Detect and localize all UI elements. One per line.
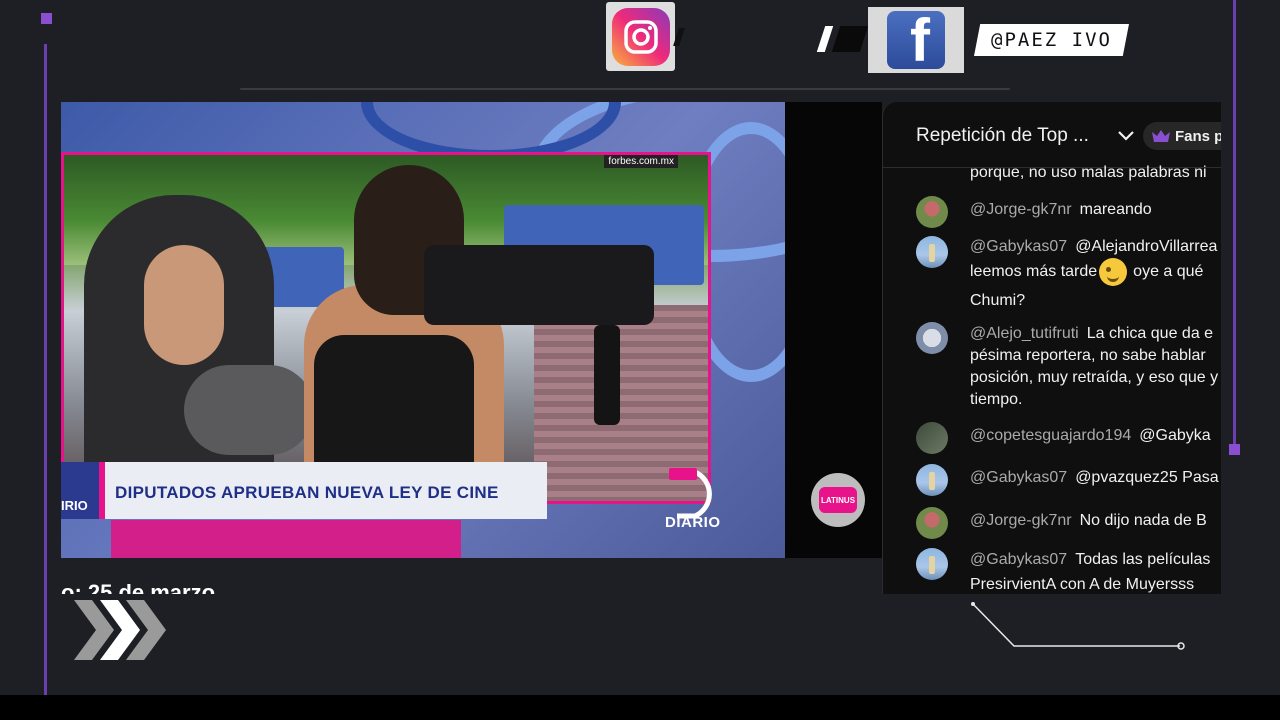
corner-square-top-left	[41, 13, 52, 24]
message-body: PresirvientA con A de Muyersss	[970, 576, 1195, 593]
message-body: Todas las películas	[1075, 551, 1211, 568]
connector-line	[971, 602, 1185, 650]
chat-message-text: PresirvientA con A de Muyersss	[970, 571, 1221, 594]
avatar[interactable]	[916, 507, 948, 539]
studio-floor	[111, 520, 461, 558]
message-body: @AlejandroVillarrea	[1075, 238, 1218, 255]
message-body: Chumi?	[970, 292, 1026, 309]
bottom-black-band	[0, 695, 1280, 720]
chat-message-text: @Gabykas07 @AlejandroVillarrea	[970, 233, 1221, 260]
chat-message-text: @Jorge-gk7nr mareando	[970, 196, 1221, 223]
latinus-badge: LATINUS	[811, 473, 865, 527]
message-body: oye a qué	[1133, 263, 1204, 281]
message-author[interactable]: @Alejo_tutifruti	[970, 325, 1079, 342]
slash-decoration	[816, 26, 834, 52]
social-handle-tag: @PAEZ IVO	[974, 24, 1129, 56]
footage-boom-mic	[184, 365, 314, 455]
message-body: La chica que da e	[1086, 325, 1214, 342]
chat-message-text: tiempo.	[970, 386, 1221, 413]
slash-decoration	[831, 26, 869, 52]
message-author[interactable]: @Gabykas07	[970, 238, 1067, 255]
chat-message-text: @copetesguajardo194 @Gabyka	[970, 422, 1221, 449]
avatar[interactable]	[916, 322, 948, 354]
fans-button[interactable]: Fans p	[1143, 122, 1221, 150]
footage-person-left-face	[144, 245, 224, 365]
stream-overlay-frame: f @PAEZ IVO forbes.com.mx IRIO DIPUTADOS…	[0, 0, 1280, 695]
avatar[interactable]	[916, 464, 948, 496]
chat-message-text: Chumi?	[970, 287, 1221, 314]
news-headline: DIPUTADOS APRUEBAN NUEVA LEY DE CINE	[115, 483, 499, 502]
message-author[interactable]: @Gabykas07	[970, 469, 1067, 486]
chevrons-icon	[74, 600, 166, 660]
chat-mode-title[interactable]: Repetición de Top ...	[916, 125, 1089, 147]
chat-message-text: leemos más tarde oye a qué	[970, 258, 1221, 286]
message-body: No dijo nada de B	[1079, 512, 1207, 529]
chat-message-text: porque, no uso malas palabras ni	[970, 159, 1221, 186]
message-body: tiempo.	[970, 391, 1023, 408]
instagram-glyph	[623, 19, 658, 54]
chat-message-text: @Jorge-gk7nr No dijo nada de B	[970, 507, 1221, 534]
message-body: leemos más tarde	[970, 263, 1098, 281]
facebook-f-glyph: f	[910, 11, 930, 69]
video-player[interactable]: forbes.com.mx IRIO DIPUTADOS APRUEBAN NU…	[61, 102, 785, 558]
chat-message-text: @Gabykas07 @pvazquez25 Pasa	[970, 464, 1221, 491]
message-body: porque, no uso malas palabras ni	[970, 164, 1207, 181]
crown-icon	[1152, 130, 1170, 142]
diario-logo-text: DIARIO	[665, 514, 721, 531]
avatar[interactable]	[916, 548, 948, 580]
left-accent-line	[44, 44, 47, 695]
facebook-icon: f	[868, 7, 964, 73]
news-footage-inset: forbes.com.mx	[61, 152, 711, 504]
live-chat-panel[interactable]: Repetición de Top ... Fans p porque, no …	[882, 102, 1221, 594]
message-body: pésima reportera, no sabe hablar	[970, 347, 1206, 364]
avatar[interactable]	[916, 422, 948, 454]
wink-emoji-icon	[1099, 258, 1128, 286]
message-body: @pvazquez25 Pasa	[1075, 469, 1219, 486]
message-author[interactable]: @Jorge-gk7nr	[970, 512, 1072, 529]
message-author[interactable]: @Gabykas07	[970, 551, 1067, 568]
chevron-down-icon[interactable]	[1117, 129, 1135, 143]
message-author[interactable]: @Jorge-gk7nr	[970, 201, 1072, 218]
top-divider	[240, 88, 1010, 90]
footage-camera-rig	[424, 245, 654, 325]
footage-camera-grip	[594, 325, 620, 425]
source-tag: forbes.com.mx	[604, 155, 678, 168]
corner-square-right	[1229, 444, 1240, 455]
chat-message-text: @Gabykas07 Todas las películas	[970, 546, 1221, 573]
message-author[interactable]: @copetesguajardo194	[970, 427, 1131, 444]
avatar[interactable]	[916, 196, 948, 228]
social-handle: @PAEZ IVO	[991, 29, 1112, 51]
message-body: mareando	[1079, 201, 1152, 218]
right-accent-line	[1233, 0, 1236, 445]
lower-third-stripe	[99, 462, 105, 519]
avatar[interactable]	[916, 236, 948, 268]
instagram-icon	[606, 2, 675, 71]
fans-button-label: Fans p	[1175, 127, 1221, 145]
date-caption: o: 25 de marzo	[61, 580, 216, 594]
message-body: @Gabyka	[1139, 427, 1211, 444]
message-body: posición, muy retraída, y eso que y	[970, 369, 1219, 386]
lower-third-logo-text: IRIO	[61, 498, 88, 513]
latinus-badge-text: LATINUS	[819, 487, 857, 513]
